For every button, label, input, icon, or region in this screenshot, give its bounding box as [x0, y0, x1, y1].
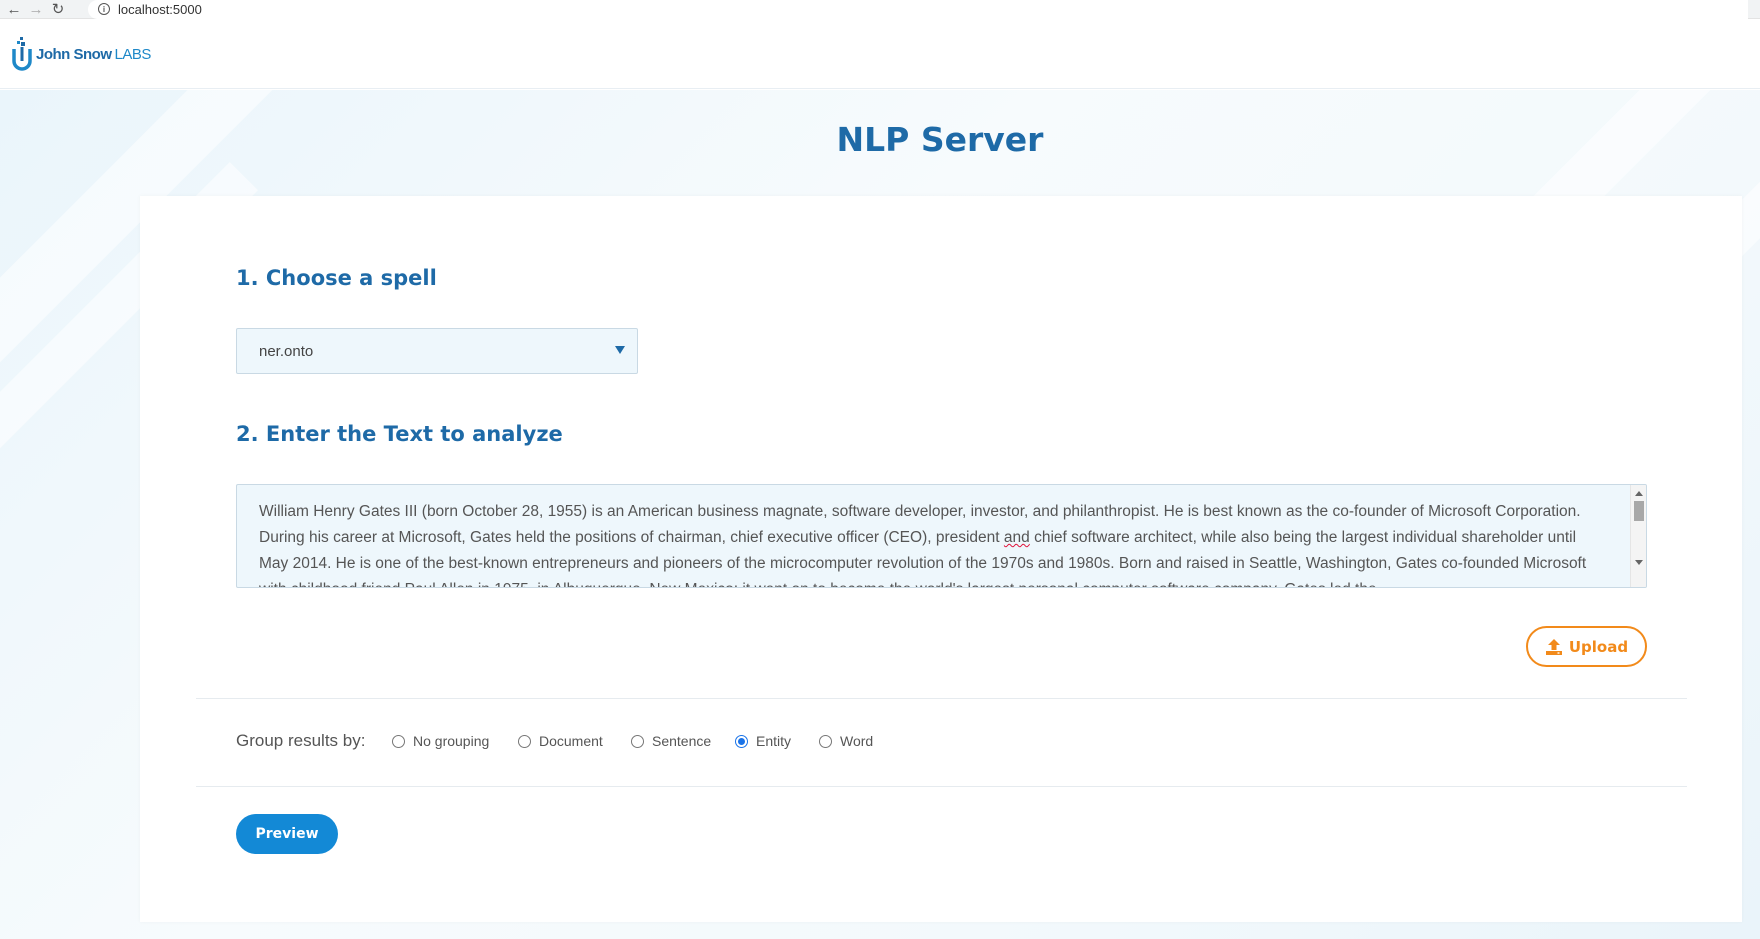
reload-icon[interactable]: ↻: [50, 1, 66, 17]
logo-mark-icon: [12, 37, 32, 71]
app-header: John Snow LABS: [0, 20, 1760, 89]
radio-sentence[interactable]: Sentence: [631, 733, 711, 749]
info-icon[interactable]: i: [98, 3, 110, 15]
text-content: William Henry Gates III (born October 28…: [259, 503, 1587, 587]
preview-button[interactable]: Preview: [236, 814, 338, 854]
radio-document[interactable]: Document: [518, 733, 603, 749]
scroll-down-icon[interactable]: [1635, 560, 1643, 565]
upload-label: Upload: [1568, 637, 1629, 656]
forward-arrow-icon[interactable]: →: [28, 1, 44, 17]
scroll-up-icon[interactable]: [1635, 491, 1643, 496]
chevron-down-icon: [615, 346, 625, 354]
step2-title: 2. Enter the Text to analyze: [236, 422, 563, 446]
john-snow-labs-logo[interactable]: John Snow LABS: [11, 37, 151, 71]
main-card: 1. Choose a spell ner.onto 2. Enter the …: [140, 196, 1742, 922]
text-input-area[interactable]: William Henry Gates III (born October 28…: [236, 484, 1647, 588]
radio-circle[interactable]: [631, 734, 644, 748]
group-results-label: Group results by:: [236, 731, 366, 750]
divider: [196, 698, 1687, 699]
selected-spell: ner.onto: [259, 342, 314, 360]
radio-circle[interactable]: [392, 734, 405, 748]
upload-button[interactable]: Upload: [1526, 626, 1647, 667]
spellcheck-underline: and: [1003, 529, 1030, 546]
back-arrow-icon[interactable]: ←: [6, 1, 22, 17]
browser-toolbar: ← → ↻ i localhost:5000: [0, 0, 1760, 19]
radio-no-grouping[interactable]: No grouping: [392, 733, 489, 749]
address-bar[interactable]: i localhost:5000: [88, 0, 1748, 19]
page-title: NLP Server: [836, 120, 1044, 159]
upload-icon: [1545, 638, 1562, 655]
radio-circle-checked[interactable]: [735, 734, 748, 748]
radio-circle[interactable]: [518, 734, 531, 748]
step1-title: 1. Choose a spell: [236, 266, 437, 290]
radio-circle[interactable]: [819, 734, 832, 748]
url-text[interactable]: localhost:5000: [118, 2, 202, 17]
logo-text: John Snow LABS: [36, 45, 151, 63]
scroll-thumb[interactable]: [1634, 501, 1644, 521]
textarea-scrollbar[interactable]: [1630, 485, 1646, 587]
radio-word[interactable]: Word: [819, 733, 873, 749]
divider: [196, 786, 1687, 787]
spell-select[interactable]: ner.onto: [236, 328, 638, 374]
radio-entity[interactable]: Entity: [735, 733, 791, 749]
